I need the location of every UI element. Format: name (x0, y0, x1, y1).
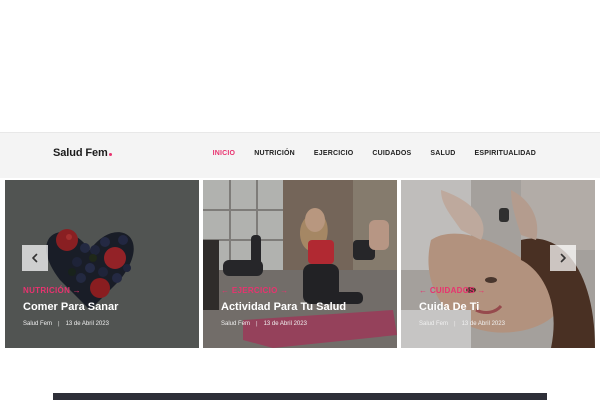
site-header: Salud Fem INICIO NUTRICIÓN EJERCICIO CUI… (0, 132, 600, 178)
slide-meta: Salud Fem | 13 de Abril 2023 (23, 321, 189, 327)
slide-category[interactable]: NUTRICIÓN → (23, 286, 189, 295)
main-nav: INICIO NUTRICIÓN EJERCICIO CUIDADOS SALU… (213, 150, 536, 157)
slide-title[interactable]: Comer Para Sanar (23, 301, 189, 313)
meta-separator: | (256, 321, 258, 327)
meta-separator: | (58, 321, 60, 327)
slide-author[interactable]: Salud Fem (419, 321, 448, 327)
slide-category-label: CUIDADOS (429, 286, 475, 295)
slide-date: 13 de Abril 2023 (263, 321, 307, 327)
slide-category[interactable]: ← CUIDADOS → (419, 286, 585, 295)
logo-text: Salud Fem (53, 147, 108, 159)
logo-dot-icon (108, 153, 112, 156)
nav-item-ejercicio[interactable]: EJERCICIO (314, 150, 354, 157)
nav-item-espiritualidad[interactable]: ESPIRITUALIDAD (474, 150, 536, 157)
arrow-left-icon: ← (221, 286, 232, 295)
page: Salud Fem INICIO NUTRICIÓN EJERCICIO CUI… (0, 0, 600, 400)
nav-item-salud[interactable]: SALUD (430, 150, 455, 157)
slide-date: 13 de Abril 2023 (461, 321, 505, 327)
slide-card-ejercicio[interactable]: ← EJERCICIO → Actividad Para Tu Salud Sa… (203, 180, 397, 348)
meta-separator: | (454, 321, 456, 327)
slide-category-label: NUTRICIÓN (23, 286, 71, 295)
nav-item-cuidados[interactable]: CUIDADOS (372, 150, 411, 157)
slide-author[interactable]: Salud Fem (23, 321, 52, 327)
slide-content: ← CUIDADOS → Cuida De Ti Salud Fem | 13 … (419, 286, 585, 327)
slide-category-label: EJERCICIO (231, 286, 278, 295)
bottom-dark-bar (53, 393, 547, 400)
slider-next-button[interactable] (550, 245, 576, 271)
arrow-left-icon: ← (419, 286, 430, 295)
slide-title[interactable]: Cuida De Ti (419, 301, 585, 313)
arrow-right-icon: → (277, 286, 289, 295)
site-logo[interactable]: Salud Fem (53, 147, 112, 159)
slide-title[interactable]: Actividad Para Tu Salud (221, 301, 387, 313)
nav-item-inicio[interactable]: INICIO (213, 150, 236, 157)
slide-content: NUTRICIÓN → Comer Para Sanar Salud Fem |… (23, 286, 189, 327)
chevron-left-icon (32, 253, 38, 263)
arrow-right-icon: → (474, 286, 486, 295)
nav-item-nutricion[interactable]: NUTRICIÓN (254, 150, 295, 157)
slide-meta: Salud Fem | 13 de Abril 2023 (221, 321, 387, 327)
slider-prev-button[interactable] (22, 245, 48, 271)
slide-category[interactable]: ← EJERCICIO → (221, 286, 387, 295)
chevron-right-icon (560, 253, 566, 263)
slide-content: ← EJERCICIO → Actividad Para Tu Salud Sa… (221, 286, 387, 327)
slide-meta: Salud Fem | 13 de Abril 2023 (419, 321, 585, 327)
post-slider: NUTRICIÓN → Comer Para Sanar Salud Fem |… (5, 180, 595, 348)
slide-date: 13 de Abril 2023 (65, 321, 109, 327)
arrow-right-icon: → (70, 286, 81, 295)
slide-author[interactable]: Salud Fem (221, 321, 250, 327)
